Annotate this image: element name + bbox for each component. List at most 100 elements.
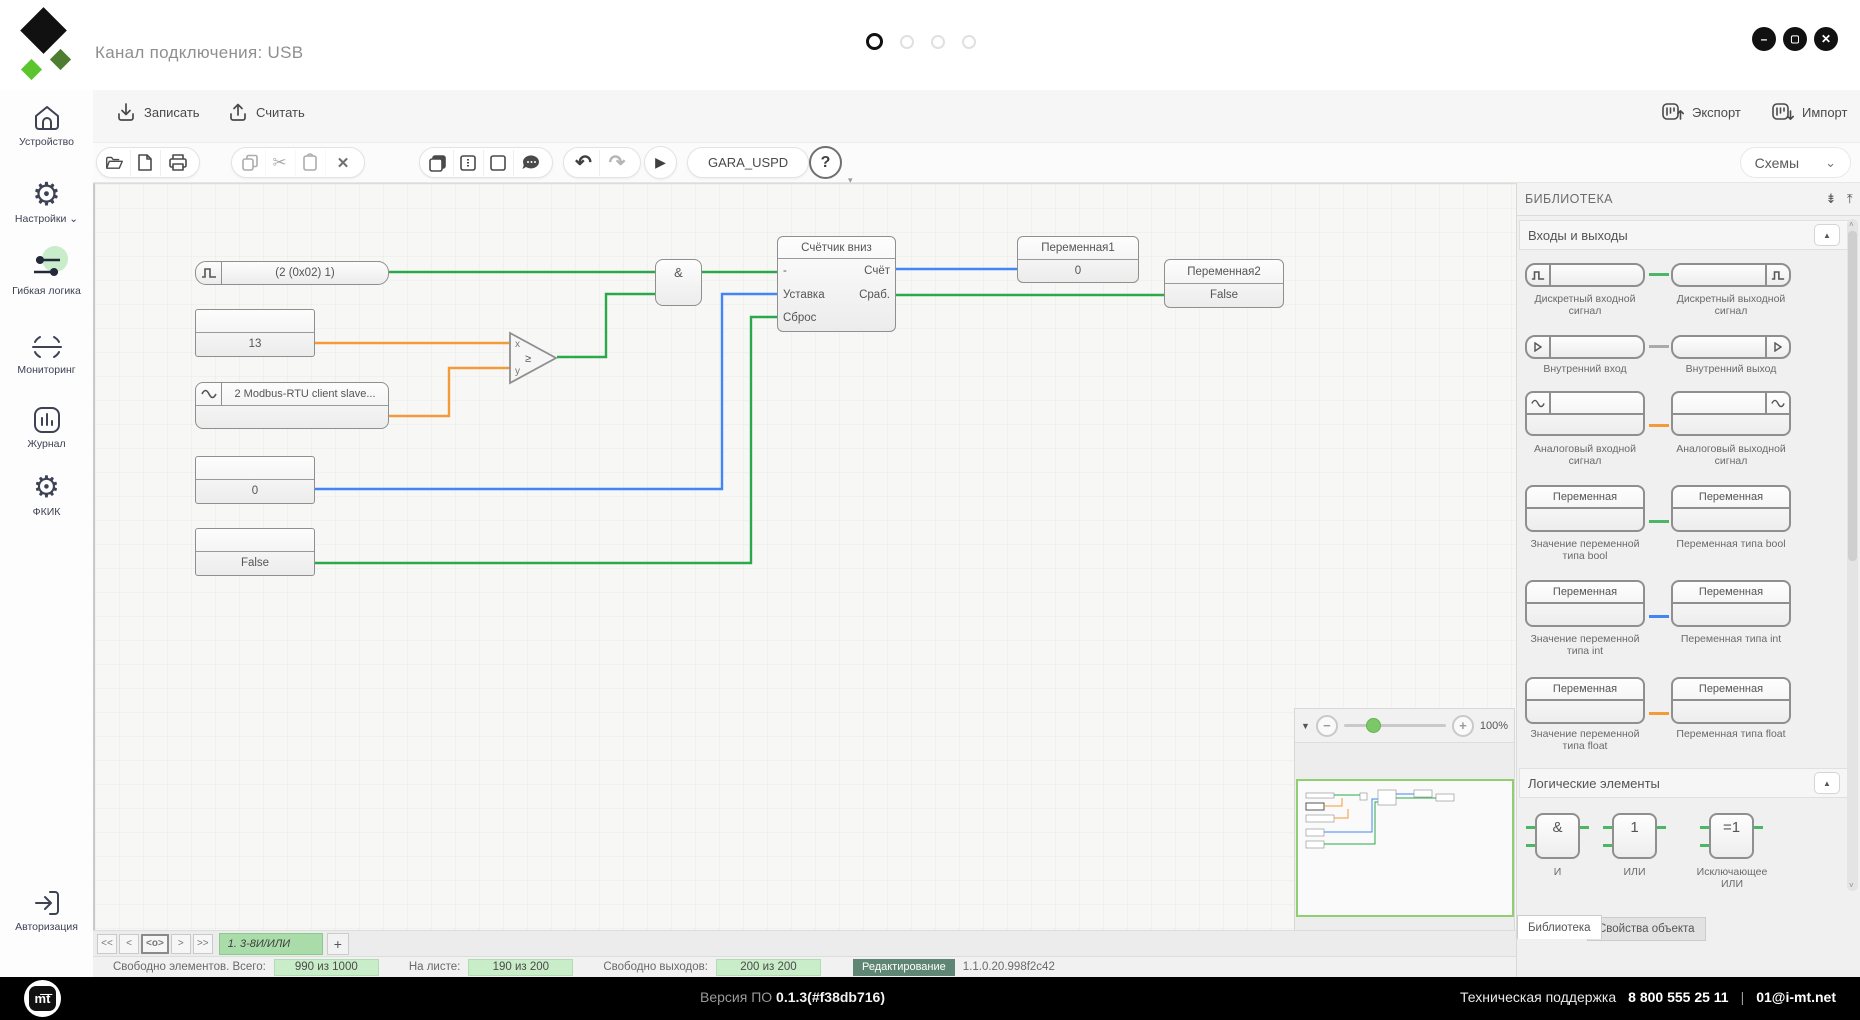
zoom-slider-knob[interactable] [1366,718,1381,733]
sidebar-item-flexible-logic[interactable]: Гибкая логика [0,250,93,297]
first-sheet-button[interactable]: << [97,934,117,954]
sheet-tab[interactable]: 1. 3-8И/ИЛИ [219,933,323,955]
new-file-icon[interactable] [135,150,161,176]
scroll-up-icon[interactable]: ˄ [1849,220,1854,229]
sidebar-item-settings[interactable]: ⚙ Настройки ⌄ [0,178,93,225]
collapse-section-button[interactable]: ▲ [1814,224,1840,246]
lib-item-internal-input[interactable] [1525,335,1645,359]
minimap-viewport[interactable] [1296,779,1514,917]
cut-icon[interactable]: ✂ [270,150,296,176]
maximize-button[interactable]: ▢ [1783,27,1807,51]
lib-item-label: Переменная типа bool [1671,538,1791,550]
zoom-out-button[interactable]: − [1316,715,1338,737]
lib-item-analog-input[interactable] [1525,391,1645,436]
sidebar-item-authorization[interactable]: Авторизация [0,888,93,933]
redo-icon[interactable]: ↷ [604,150,630,176]
comparator-block[interactable]: x y ≥ [508,331,560,385]
delete-icon[interactable]: ✕ [330,150,356,176]
write-label: Записать [144,105,200,120]
variable2-block[interactable]: Переменная2 False [1164,259,1284,308]
software-version: Версия ПО 0.1.3(#f38db716) [700,989,885,1005]
support-label: Техническая поддержка [1460,989,1616,1005]
constant-13-block[interactable]: 13 [195,309,315,357]
lib-item-var-bool[interactable]: Переменная [1671,485,1791,532]
lib-gate-and[interactable]: & [1535,813,1580,859]
footer: m͞t Версия ПО 0.1.3(#f38db716) Техническ… [0,977,1860,1020]
counter-block[interactable]: Счётчик вниз - Счёт Уставка Сраб. Сброс [777,236,896,332]
pin-panel-icon[interactable]: ⤒ [1847,191,1853,207]
tab-library[interactable]: Библиотека [1517,915,1602,939]
lib-item-internal-output[interactable] [1671,335,1791,359]
copy-icon[interactable] [240,150,266,176]
last-sheet-button[interactable]: >> [193,934,213,954]
read-button[interactable]: Считать [227,101,305,123]
device-selector[interactable]: GARA_USPD [687,147,809,178]
comment-icon[interactable] [518,150,544,176]
sidebar-item-fkik[interactable]: ⚙ ФКИК [0,473,93,518]
write-button[interactable]: Записать [115,101,200,123]
and-gate-block[interactable]: & [655,259,702,306]
open-file-icon[interactable] [105,150,131,176]
current-sheet-button[interactable]: <o> [141,934,169,954]
carousel-dot[interactable] [931,35,945,49]
logo-diamond-black [20,7,67,54]
rectangle-icon[interactable] [488,150,514,176]
print-icon[interactable] [165,150,191,176]
section-logic-elements[interactable]: Логические элементы ▲ [1519,768,1849,798]
gear-icon: ⚙ [32,178,61,210]
lib-item-analog-output[interactable] [1671,391,1791,436]
scroll-down-icon[interactable]: ˅ [1849,881,1854,890]
comparator-symbol: ≥ [525,353,531,365]
zoom-in-button[interactable]: + [1452,715,1474,737]
constant-0-block[interactable]: 0 [195,456,315,504]
lib-item-var-int[interactable]: Переменная [1671,580,1791,627]
logic-canvas[interactable]: (2 (0x02) 1) 13 2 Modbus-RTU client slav… [93,183,1516,930]
sidebar-item-journal[interactable]: Журнал [0,405,93,450]
sidebar-item-monitoring[interactable]: Мониторинг [0,333,93,376]
schemes-dropdown[interactable]: Схемы ⌄ [1740,147,1851,178]
run-button[interactable]: ▶ [644,146,677,179]
mode-badge: Редактирование [853,959,955,976]
constant-false-block[interactable]: False [195,528,315,576]
lib-item-var-value-bool[interactable]: Переменная [1525,485,1645,532]
scrollbar-thumb[interactable] [1848,231,1857,561]
help-button[interactable]: ? [809,146,842,179]
prev-sheet-button[interactable]: < [119,934,139,954]
sidebar-label-authorization: Авторизация [15,922,78,933]
lib-item-discrete-output[interactable] [1671,263,1791,287]
lib-gate-xor[interactable]: =1 [1709,813,1754,859]
carousel-dot[interactable] [900,35,914,49]
tab-object-properties[interactable]: Свойства объекта [1587,917,1706,941]
support-email[interactable]: 01@i-mt.net [1756,989,1836,1005]
section-inputs-outputs[interactable]: Входы и выходы ▲ [1519,220,1849,250]
minimize-button[interactable]: – [1752,27,1776,51]
chevron-down-icon[interactable]: ▼ [1301,721,1310,731]
collapse-all-icon[interactable]: ⇟ [1826,191,1837,207]
variable1-block[interactable]: Переменная1 0 [1017,236,1139,283]
sheets-icon[interactable] [428,150,454,176]
library-scrollbar[interactable]: ˄ ˅ [1847,219,1858,891]
add-sheet-button[interactable]: + [327,933,349,955]
lib-item-discrete-input[interactable] [1525,263,1645,287]
lib-item-var-value-int[interactable]: Переменная [1525,580,1645,627]
variable1-title: Переменная1 [1018,237,1138,260]
import-icon [1771,101,1795,123]
undo-icon[interactable]: ↶ [574,150,600,176]
modbus-block[interactable]: 2 Modbus-RTU client slave... [195,382,389,429]
next-sheet-button[interactable]: > [171,934,191,954]
carousel-dot-active[interactable] [866,33,883,50]
sidebar-item-device[interactable]: Устройство [0,103,93,148]
comparator-input-y: y [515,366,520,377]
import-button[interactable]: Импорт [1771,101,1847,123]
zoom-slider-track[interactable] [1344,724,1446,727]
frame-properties-icon[interactable] [458,150,484,176]
collapse-section-button[interactable]: ▲ [1814,772,1840,794]
paste-icon[interactable] [300,150,326,176]
lib-item-var-value-float[interactable]: Переменная [1525,677,1645,724]
lib-gate-or[interactable]: 1 [1612,813,1657,859]
export-button[interactable]: Экспорт [1661,101,1741,123]
discrete-input-block[interactable]: (2 (0x02) 1) [195,261,389,285]
close-button[interactable]: ✕ [1814,27,1838,51]
lib-item-var-float[interactable]: Переменная [1671,677,1791,724]
carousel-dot[interactable] [962,35,976,49]
